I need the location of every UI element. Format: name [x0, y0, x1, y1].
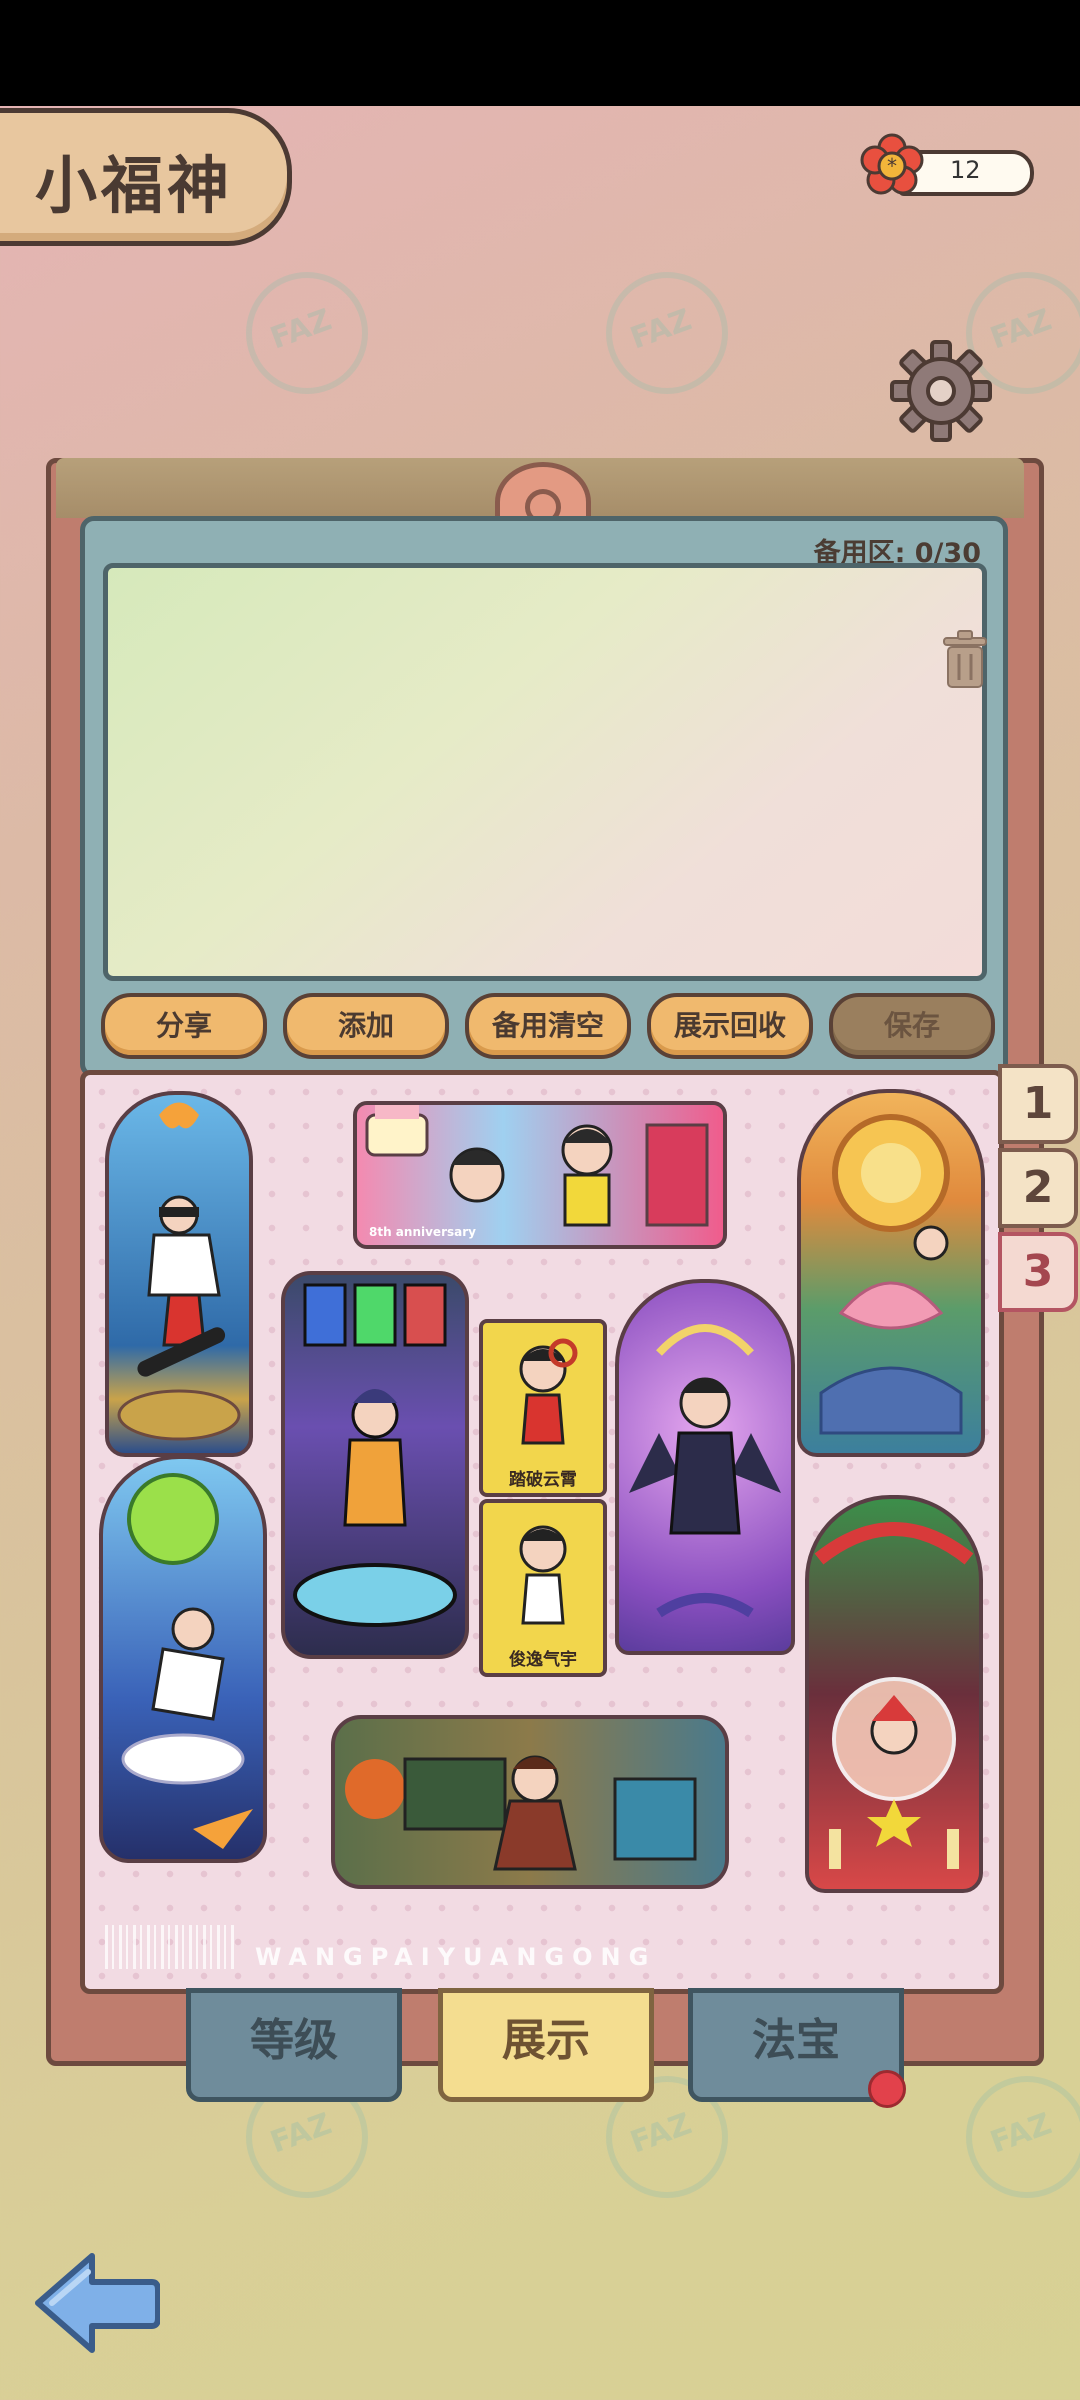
- title-banner: 小福神: [0, 108, 292, 246]
- cyber-machine-art: [293, 1283, 457, 1627]
- barcode: [105, 1925, 235, 1969]
- snowboard-art: [117, 1102, 241, 1441]
- back-arrow-icon[interactable]: [30, 2248, 160, 2358]
- plum-flower-icon: *: [860, 133, 924, 195]
- currency-counter: 12 *: [858, 132, 1038, 204]
- reserve-area[interactable]: [103, 563, 987, 981]
- currency-count: 12: [950, 156, 981, 184]
- display-board[interactable]: 8th anniversary 踏破云霄 俊逸气宇 WANGPAIYUANGON…: [80, 1070, 1004, 1994]
- angel-frame-badge[interactable]: [615, 1279, 795, 1655]
- lotus-dragon-badge[interactable]: [797, 1089, 985, 1457]
- card-title: 俊逸气宇: [509, 1650, 577, 1670]
- add-button[interactable]: 添加: [283, 993, 449, 1059]
- card-junyi-qiyu[interactable]: 俊逸气宇: [479, 1499, 607, 1677]
- stamp-watermark: FAZ: [966, 2076, 1080, 2198]
- card-tapo-yunxiao[interactable]: 踏破云霄: [479, 1319, 607, 1497]
- card-portrait: [519, 1525, 567, 1625]
- trash-icon[interactable]: [940, 628, 990, 690]
- reserve-panel: 备用区: 0/30 分享 添加 备用清空 展示回收 保存: [80, 516, 1008, 1078]
- lotus-dragon-art: [819, 1114, 963, 1435]
- status-bar: [0, 0, 1080, 106]
- page-tab-2[interactable]: 2: [998, 1148, 1078, 1228]
- tab-display[interactable]: 展示: [438, 1988, 654, 2102]
- study-desk-badge[interactable]: [331, 1715, 729, 1889]
- notification-dot: [868, 2070, 906, 2108]
- board-watermark: WANGPAIYUANGONG: [255, 1943, 657, 1971]
- angel-frame-art: [629, 1324, 781, 1618]
- anniversary-label: 8th anniversary: [369, 1225, 476, 1239]
- stamp-watermark: FAZ: [246, 272, 368, 394]
- space-cloud-art: [121, 1473, 253, 1849]
- recycle-display-button[interactable]: 展示回收: [647, 993, 813, 1059]
- share-button[interactable]: 分享: [101, 993, 267, 1059]
- action-bar: 分享 添加 备用清空 展示回收 保存: [101, 993, 995, 1061]
- gear-icon[interactable]: [888, 338, 994, 444]
- tab-level[interactable]: 等级: [186, 1988, 402, 2102]
- space-cloud-badge[interactable]: [99, 1455, 267, 1863]
- anniversary-art: [365, 1105, 709, 1227]
- clear-reserve-button[interactable]: 备用清空: [465, 993, 631, 1059]
- svg-text:*: *: [887, 154, 897, 178]
- card-portrait: [519, 1338, 578, 1445]
- stamp-watermark: FAZ: [606, 272, 728, 394]
- anniversary-badge[interactable]: 8th anniversary: [353, 1101, 727, 1249]
- page-tab-3[interactable]: 3: [998, 1232, 1078, 1312]
- card-title: 踏破云霄: [509, 1470, 577, 1490]
- cyber-machine-badge[interactable]: [281, 1271, 469, 1659]
- page-tab-1[interactable]: 1: [998, 1064, 1078, 1144]
- christmas-badge[interactable]: [805, 1495, 983, 1893]
- save-button[interactable]: 保存: [829, 993, 995, 1059]
- study-desk-art: [345, 1755, 697, 1871]
- snowboard-badge[interactable]: [105, 1091, 253, 1457]
- page-title: 小福神: [35, 149, 234, 222]
- christmas-art: [814, 1522, 974, 1869]
